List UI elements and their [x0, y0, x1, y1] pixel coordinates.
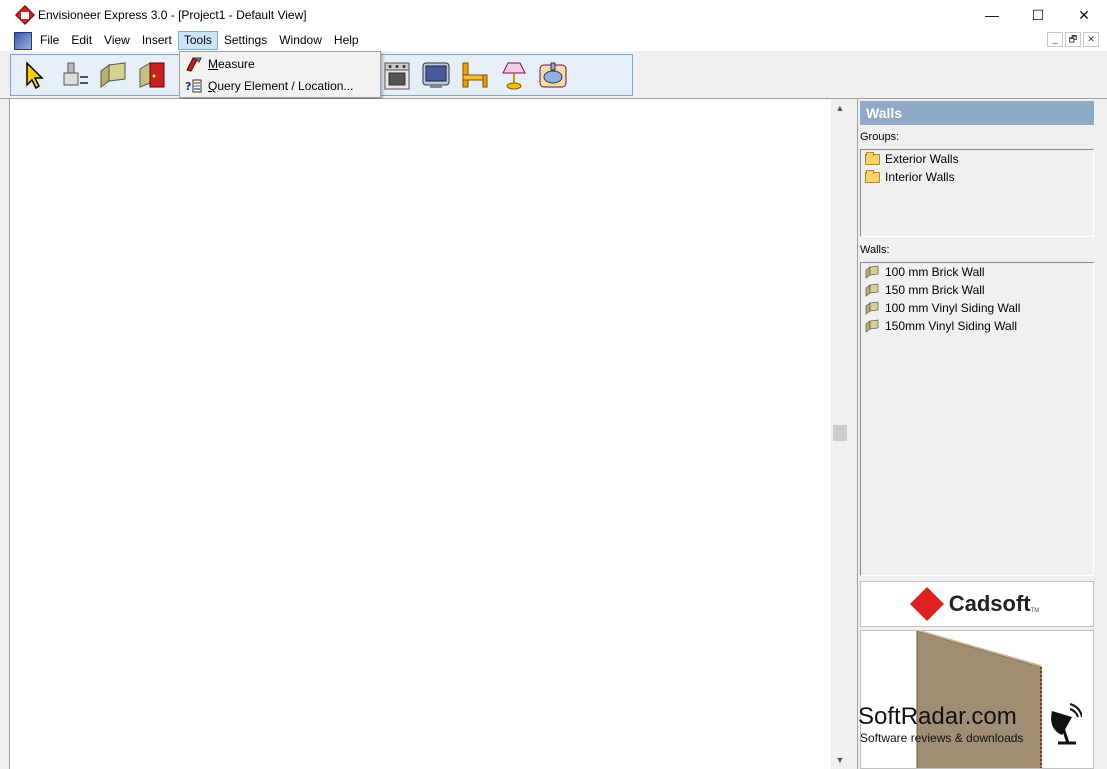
- menu-edit[interactable]: Edit: [65, 31, 98, 50]
- softradar-watermark: SoftRadar.com Software reviews & downloa…: [858, 703, 1098, 753]
- list-item[interactable]: Exterior Walls: [861, 150, 1093, 168]
- bench-icon: [462, 62, 488, 88]
- door-button[interactable]: [134, 57, 170, 93]
- list-item[interactable]: Interior Walls: [861, 168, 1093, 186]
- window-controls: — ☐ ✕: [969, 0, 1107, 30]
- menu-insert[interactable]: Insert: [136, 31, 178, 50]
- catalog-panel: Walls Groups: Exterior Walls Interior Wa…: [857, 99, 1095, 769]
- menu-view[interactable]: View: [98, 31, 136, 50]
- lamp-icon: [502, 62, 526, 90]
- folder-icon: [863, 169, 881, 184]
- tv-icon: [422, 62, 450, 88]
- mdi-restore-button[interactable]: 🗗: [1065, 32, 1081, 47]
- mdi-close-button[interactable]: ✕: [1083, 32, 1099, 47]
- list-item[interactable]: 100 mm Brick Wall: [861, 263, 1093, 281]
- svg-text:?: ?: [185, 80, 191, 93]
- logo-text: Cadsoft: [948, 591, 1031, 616]
- wall-button[interactable]: [95, 57, 131, 93]
- wall-icon: [863, 265, 881, 279]
- list-item[interactable]: 150 mm Brick Wall: [861, 281, 1093, 299]
- cadsoft-diamond-icon: [909, 587, 944, 621]
- menu-settings[interactable]: Settings: [218, 31, 273, 50]
- measure-label: easure: [218, 57, 255, 71]
- menu-file[interactable]: File: [34, 31, 65, 50]
- close-button[interactable]: ✕: [1061, 0, 1107, 30]
- satellite-dish-icon: [1051, 703, 1082, 745]
- eraser-icon: [63, 62, 88, 86]
- wall-icon: [863, 319, 881, 333]
- menu-item-measure[interactable]: Measure: [182, 54, 378, 74]
- menu-help[interactable]: Help: [328, 31, 365, 50]
- appliance-button[interactable]: [379, 57, 415, 93]
- sink-icon: [539, 62, 567, 88]
- query-icon: ?: [184, 77, 204, 95]
- maximize-button[interactable]: ☐: [1015, 0, 1061, 30]
- pointer-icon: [26, 61, 44, 90]
- list-item[interactable]: 100 mm Vinyl Siding Wall: [861, 299, 1093, 317]
- measure-icon: [184, 55, 204, 73]
- list-item[interactable]: 150mm Vinyl Siding Wall: [861, 317, 1093, 335]
- tools-dropdown-menu: Measure ? Query Element / Location...: [179, 51, 381, 98]
- menu-item-query-element[interactable]: ? Query Element / Location...: [182, 76, 378, 96]
- wall-icon: [100, 62, 126, 88]
- groups-list[interactable]: Exterior Walls Interior Walls: [860, 149, 1094, 237]
- eraser-button[interactable]: [56, 57, 92, 93]
- mdi-minimize-button[interactable]: _: [1047, 32, 1063, 47]
- stove-icon: [384, 62, 410, 90]
- title-bar: Envisioneer Express 3.0 - [Project1 - De…: [0, 0, 1107, 30]
- watermark-subtitle: Software reviews & downloads: [860, 731, 1024, 745]
- minimize-button[interactable]: —: [969, 0, 1015, 30]
- door-icon: [139, 62, 165, 88]
- groups-label: Groups:: [860, 131, 900, 143]
- bathroom-button[interactable]: [535, 57, 571, 93]
- furniture-button[interactable]: [457, 57, 493, 93]
- measure-accel: M: [208, 57, 218, 71]
- document-icon[interactable]: [14, 31, 32, 50]
- wall-icon: [863, 301, 881, 315]
- tv-button[interactable]: [418, 57, 454, 93]
- lamp-button[interactable]: [496, 57, 532, 93]
- app-icon[interactable]: [15, 5, 35, 25]
- walls-label: Walls:: [860, 244, 890, 256]
- mdi-controls: _ 🗗 ✕: [1047, 32, 1099, 47]
- watermark-title: SoftRadar.com: [858, 703, 1017, 730]
- toolbar-area: [0, 51, 1107, 99]
- scroll-down-arrow-icon[interactable]: ▼: [831, 751, 849, 769]
- folder-icon: [863, 151, 881, 166]
- menu-tools[interactable]: Tools: [177, 31, 218, 50]
- walls-list[interactable]: 100 mm Brick Wall 150 mm Brick Wall 100 …: [860, 262, 1094, 576]
- drawing-canvas[interactable]: [9, 99, 831, 769]
- query-label: uery Element / Location...: [217, 79, 354, 93]
- wall-icon: [863, 283, 881, 297]
- window-title: Envisioneer Express 3.0 - [Project1 - De…: [38, 8, 307, 22]
- logo-trademark: TM: [1030, 608, 1040, 614]
- menu-window[interactable]: Window: [273, 31, 328, 50]
- scroll-up-arrow-icon[interactable]: ▲: [831, 99, 849, 117]
- menu-bar: File Edit View Insert Tools Settings Win…: [0, 30, 1107, 51]
- select-pointer-button[interactable]: [17, 57, 53, 93]
- panel-header: Walls: [860, 101, 1094, 125]
- scroll-thumb[interactable]: [833, 425, 847, 441]
- cadsoft-logo: Cadsoft TM: [860, 581, 1094, 627]
- canvas-vertical-scrollbar[interactable]: ▲ ▼: [831, 99, 849, 769]
- query-accel: Q: [208, 79, 218, 93]
